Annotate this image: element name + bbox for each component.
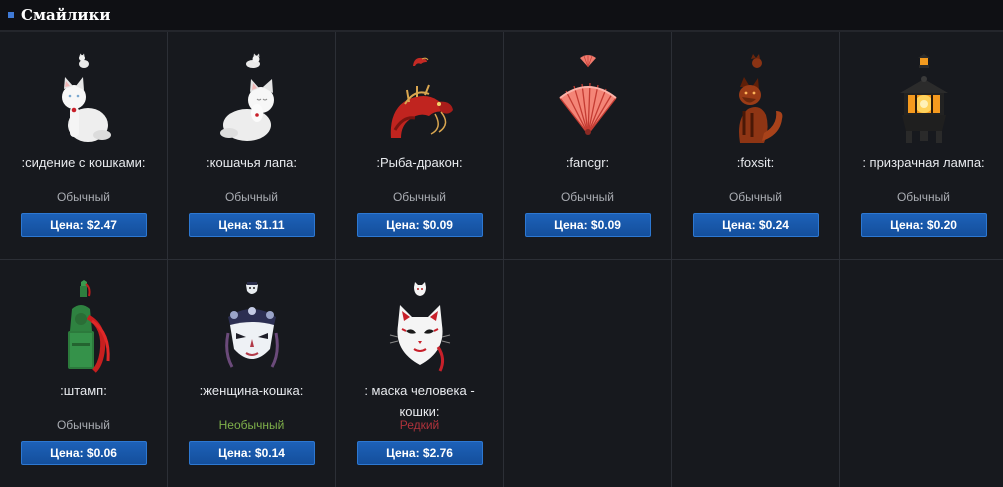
rarity-label: Обычный [56, 190, 111, 204]
cat-woman-mask-thumb-icon [243, 280, 261, 298]
emoticon-card[interactable]: :штамп: Обычный Цена: $0.06 [0, 260, 167, 487]
rarity-label: Необычный [218, 418, 285, 432]
fox-thumb-icon [747, 52, 765, 70]
emoticon-card[interactable]: : маска человека - кошки: Редкий Цена: $… [336, 260, 503, 487]
cat-paw-thumb-icon [243, 52, 261, 70]
empty-slot [840, 260, 1003, 487]
header-bullet-icon [8, 12, 14, 18]
rarity-label: Обычный [56, 418, 111, 432]
price-button[interactable]: Цена: $0.09 [356, 213, 483, 237]
rarity-label: Обычный [728, 190, 783, 204]
emoticon-grid: :сидение с кошками: Обычный Цена: $2.47 … [0, 32, 1003, 487]
cat-mask-icon [385, 303, 455, 373]
stamp-thumb-icon [75, 280, 93, 298]
emoticon-card[interactable]: :женщина-кошка: Необычный Цена: $0.14 [168, 260, 335, 487]
emoticon-card[interactable]: :сидение с кошками: Обычный Цена: $2.47 [0, 32, 167, 259]
emoticon-card[interactable]: :fancgr: Обычный Цена: $0.09 [504, 32, 671, 259]
fish-dragon-thumb-icon [411, 52, 429, 70]
fan-thumb-icon [579, 52, 597, 70]
stamp-icon [49, 303, 119, 373]
rarity-label: Обычный [224, 190, 279, 204]
price-button[interactable]: Цена: $0.09 [524, 213, 651, 237]
rarity-label: Редкий [399, 418, 440, 432]
price-button[interactable]: Цена: $0.20 [860, 213, 987, 237]
price-button[interactable]: Цена: $0.06 [20, 441, 147, 465]
emoticon-card[interactable]: :кошачья лапа: Обычный Цена: $1.11 [168, 32, 335, 259]
cat-mask-thumb-icon [411, 280, 429, 298]
cat-paw-icon [217, 75, 287, 145]
cat-woman-mask-icon [217, 303, 287, 373]
sitting-cat-thumb-icon [75, 52, 93, 70]
rarity-label: Обычный [392, 190, 447, 204]
section-header: Смайлики [0, 0, 1003, 32]
empty-slot [504, 260, 671, 487]
rarity-label: Обычный [896, 190, 951, 204]
ghost-lamp-thumb-icon [915, 52, 933, 70]
price-button[interactable]: Цена: $0.24 [692, 213, 819, 237]
emoticon-card[interactable]: :Рыба-дракон: Обычный Цена: $0.09 [336, 32, 503, 259]
emoticon-card[interactable]: : призрачная лампа: Обычный Цена: $0.20 [840, 32, 1003, 259]
fish-dragon-icon [385, 75, 455, 145]
section-title: Смайлики [21, 6, 111, 24]
price-button[interactable]: Цена: $2.76 [356, 441, 483, 465]
fan-icon [553, 75, 623, 145]
empty-slot [672, 260, 839, 487]
price-button[interactable]: Цена: $0.14 [188, 441, 315, 465]
price-button[interactable]: Цена: $2.47 [20, 213, 147, 237]
emoticon-card[interactable]: :foxsit: Обычный Цена: $0.24 [672, 32, 839, 259]
rarity-label: Обычный [560, 190, 615, 204]
sitting-cat-icon [49, 75, 119, 145]
fox-icon [721, 75, 791, 145]
ghost-lamp-icon [889, 75, 959, 145]
price-button[interactable]: Цена: $1.11 [188, 213, 315, 237]
